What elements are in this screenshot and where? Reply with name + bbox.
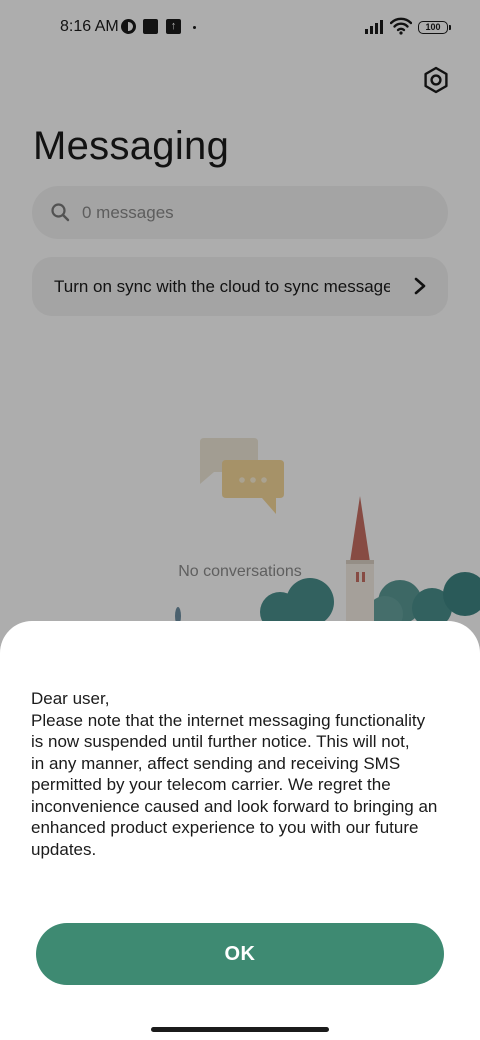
- dialog-message: Dear user, Please note that the internet…: [31, 688, 461, 860]
- ok-button[interactable]: OK: [36, 923, 444, 985]
- dialog-line: enhanced product experience to you with …: [31, 818, 419, 837]
- dialog-line: in any manner, affect sending and receiv…: [31, 753, 401, 773]
- dialog-line: Dear user,: [31, 689, 110, 708]
- dialog-line: is now suspended until further notice. T…: [31, 732, 410, 751]
- suspension-notice-dialog: Dear user, Please note that the internet…: [0, 621, 480, 1040]
- home-indicator[interactable]: [151, 1027, 329, 1032]
- dialog-line: Please note that the internet messaging …: [31, 710, 426, 730]
- dialog-line: inconvenience caused and look forward to…: [31, 796, 438, 816]
- dialog-line: updates.: [31, 839, 97, 859]
- dialog-line: permitted by your telecom carrier. We re…: [31, 775, 391, 794]
